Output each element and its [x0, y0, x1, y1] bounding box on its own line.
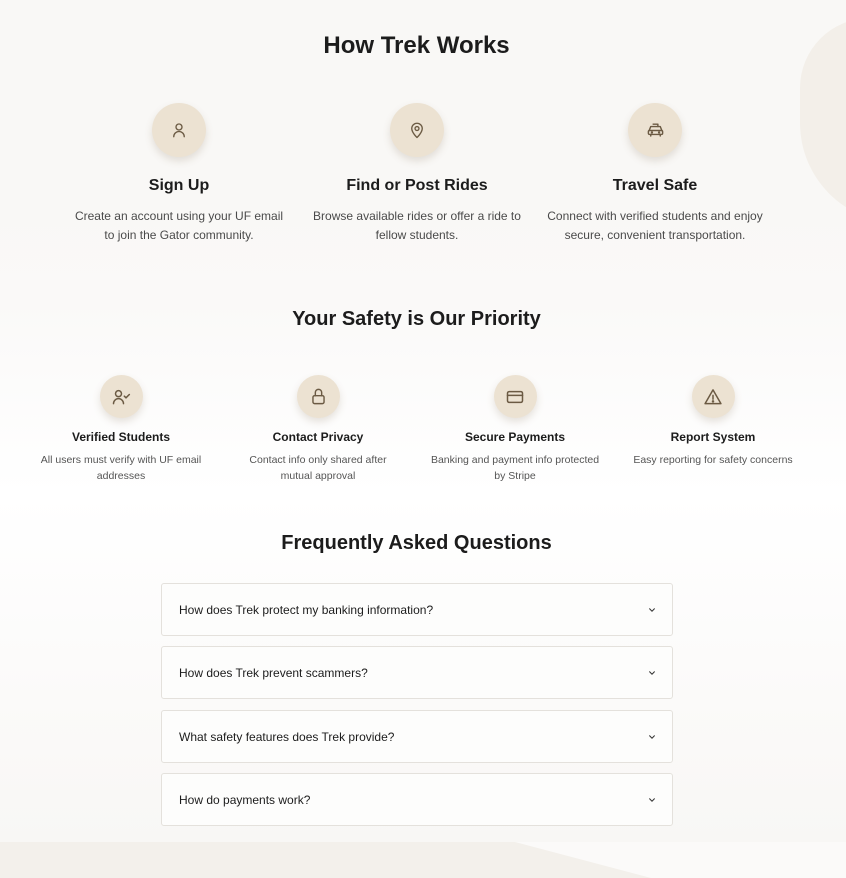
- step-find-rides: Find or Post Rides Browse available ride…: [307, 103, 527, 244]
- user-check-icon: [99, 375, 143, 418]
- chevron-down-icon[interactable]: [648, 796, 656, 804]
- car-icon: [628, 103, 682, 157]
- feature-description: Easy reporting for safety concerns: [633, 454, 793, 466]
- feature-title: Report System: [670, 430, 756, 444]
- feature-title: Verified Students: [71, 430, 171, 444]
- credit-card-icon: [493, 375, 537, 418]
- map-pin-icon: [390, 103, 444, 157]
- faq-question: What safety features does Trek provide?: [179, 729, 395, 744]
- faq-question: How does Trek protect my banking informa…: [179, 602, 434, 617]
- lock-icon: [296, 375, 340, 418]
- faq-item[interactable]: How does Trek protect my banking informa…: [161, 583, 673, 636]
- feature-description: All users must verify with UF email addr…: [40, 454, 202, 482]
- how-it-works-title: How Trek Works: [323, 32, 510, 59]
- alert-triangle-icon: [691, 375, 735, 418]
- faq-title: Frequently Asked Questions: [281, 532, 552, 554]
- step-description: Browse available rides or offer a ride t…: [313, 209, 521, 242]
- faq-item[interactable]: How does Trek prevent scammers?: [161, 646, 673, 699]
- step-description: Create an account using your UF email to…: [74, 209, 284, 242]
- feature-description: Contact info only shared after mutual ap…: [249, 454, 387, 482]
- page: How Trek Works Sign Up Create an account…: [0, 0, 846, 878]
- faq-item[interactable]: How do payments work?: [161, 773, 673, 826]
- faq-question: How do payments work?: [179, 792, 311, 807]
- step-title: Find or Post Rides: [346, 177, 488, 194]
- step-description: Connect with verified students and enjoy…: [547, 209, 763, 242]
- safety-title: Your Safety is Our Priority: [292, 308, 541, 330]
- step-sign-up: Sign Up Create an account using your UF …: [69, 103, 289, 244]
- faq-question: How does Trek prevent scammers?: [179, 665, 368, 680]
- step-title: Travel Safe: [612, 177, 698, 194]
- step-title: Sign Up: [148, 177, 210, 194]
- feature-description: Banking and payment info protected by St…: [430, 454, 600, 482]
- step-travel-safe: Travel Safe Connect with verified studen…: [545, 103, 765, 244]
- feature-secure-payments: Secure Payments Banking and payment info…: [430, 375, 600, 484]
- feature-contact-privacy: Contact Privacy Contact info only shared…: [233, 375, 403, 484]
- chevron-down-icon[interactable]: [648, 733, 656, 741]
- feature-title: Secure Payments: [464, 430, 566, 444]
- feature-report-system: Report System Easy reporting for safety …: [628, 375, 798, 468]
- feature-title: Contact Privacy: [272, 430, 364, 444]
- feature-verified-students: Verified Students All users must verify …: [36, 375, 206, 484]
- chevron-down-icon[interactable]: [648, 606, 656, 614]
- faq-item[interactable]: What safety features does Trek provide?: [161, 710, 673, 763]
- user-icon: [152, 103, 206, 157]
- chevron-down-icon[interactable]: [648, 669, 656, 677]
